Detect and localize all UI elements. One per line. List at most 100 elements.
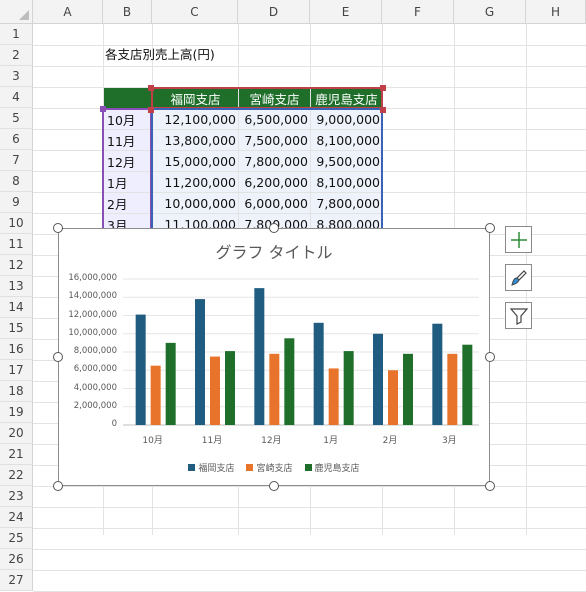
- chart-area[interactable]: グラフ タイトル 16,000,000 14,000,000 12,000,000 1…: [58, 228, 490, 486]
- column-header-c[interactable]: C: [152, 0, 238, 24]
- row-header-20[interactable]: 20: [0, 423, 33, 444]
- resize-handle-bottom-right[interactable]: [485, 481, 495, 491]
- legend-item[interactable]: 鹿児島支店: [304, 461, 360, 474]
- row-header-8[interactable]: 8: [0, 171, 33, 192]
- bar-宮崎支店-3月[interactable]: [447, 353, 458, 425]
- row-header-26[interactable]: 26: [0, 549, 33, 570]
- legend-label: 鹿児島支店: [314, 464, 360, 474]
- row-header-15[interactable]: 15: [0, 318, 33, 339]
- column-header-b[interactable]: B: [103, 0, 152, 24]
- legend[interactable]: 福岡支店 宮崎支店 鹿児島支店: [59, 461, 489, 474]
- plus-icon: [510, 231, 527, 248]
- x-tick-label: 2月: [382, 436, 398, 446]
- gridline-horizontal: [33, 570, 586, 571]
- bar-福岡支店-3月[interactable]: [432, 323, 443, 425]
- chart-filters-button[interactable]: [505, 302, 532, 329]
- row-header-10[interactable]: 10: [0, 213, 33, 234]
- header-blank-cell[interactable]: [104, 88, 151, 108]
- row-header-18[interactable]: 18: [0, 381, 33, 402]
- x-tick-label: 3月: [441, 436, 457, 446]
- row-header-22[interactable]: 22: [0, 465, 33, 486]
- column-header-g[interactable]: G: [454, 0, 526, 24]
- bar-宮崎支店-2月[interactable]: [388, 370, 398, 425]
- range-handle[interactable]: [148, 85, 154, 91]
- filter-icon: [509, 307, 528, 325]
- row-header-24[interactable]: 24: [0, 507, 33, 528]
- legend-swatch: [246, 464, 254, 471]
- gridline-horizontal: [33, 528, 586, 529]
- bar-福岡支店-10月[interactable]: [135, 314, 146, 425]
- row-header-9[interactable]: 9: [0, 192, 33, 213]
- range-handle[interactable]: [100, 106, 106, 112]
- column-header-h[interactable]: H: [526, 0, 586, 24]
- column-header-d[interactable]: D: [238, 0, 310, 24]
- x-tick-label: 12月: [261, 436, 282, 446]
- bar-鹿児島支店-1月[interactable]: [343, 351, 354, 425]
- row-header-25[interactable]: 25: [0, 528, 33, 549]
- row-header-6[interactable]: 6: [0, 129, 33, 150]
- row-header-19[interactable]: 19: [0, 402, 33, 423]
- legend-swatch: [188, 464, 196, 471]
- bar-宮崎支店-12月[interactable]: [269, 353, 280, 425]
- row-header-14[interactable]: 14: [0, 297, 33, 318]
- plot-area[interactable]: [59, 229, 491, 487]
- x-tick-label: 10月: [142, 436, 163, 446]
- bar-鹿児島支店-12月[interactable]: [284, 338, 295, 425]
- bar-宮崎支店-10月[interactable]: [150, 365, 161, 425]
- bar-福岡支店-12月[interactable]: [254, 288, 265, 425]
- bar-福岡支店-1月[interactable]: [313, 322, 324, 425]
- column-header-e[interactable]: E: [310, 0, 382, 24]
- bar-鹿児島支店-3月[interactable]: [462, 344, 473, 425]
- bar-鹿児島支店-10月[interactable]: [165, 342, 176, 425]
- range-handle[interactable]: [380, 107, 386, 113]
- row-header-23[interactable]: 23: [0, 486, 33, 507]
- legend-swatch: [304, 464, 312, 471]
- row-header-1[interactable]: 1: [0, 24, 33, 45]
- resize-handle-top-right[interactable]: [485, 223, 495, 233]
- resize-handle-middle-right[interactable]: [485, 352, 495, 362]
- values-range: [151, 108, 383, 236]
- legend-item[interactable]: 宮崎支店: [246, 461, 293, 474]
- row-header-3[interactable]: 3: [0, 66, 33, 87]
- select-all-corner[interactable]: [0, 0, 33, 24]
- row-header-11[interactable]: 11: [0, 234, 33, 255]
- legend-item[interactable]: 福岡支店: [188, 461, 234, 474]
- bar-鹿児島支店-2月[interactable]: [403, 353, 413, 425]
- range-handle[interactable]: [148, 107, 154, 113]
- corner-triangle: [19, 10, 29, 20]
- row-header-4[interactable]: 4: [0, 87, 33, 108]
- gridline-horizontal: [33, 549, 586, 550]
- column-header-f[interactable]: F: [382, 0, 454, 24]
- row-header-2[interactable]: 2: [0, 45, 33, 66]
- gridline-horizontal: [33, 66, 586, 67]
- row-header-16[interactable]: 16: [0, 339, 33, 360]
- row-header-17[interactable]: 17: [0, 360, 33, 381]
- brush-icon: [510, 269, 527, 286]
- series-name-range: [151, 87, 383, 109]
- resize-handle-top-left[interactable]: [53, 223, 63, 233]
- resize-handle-top-center[interactable]: [269, 223, 279, 233]
- row-header-12[interactable]: 12: [0, 255, 33, 276]
- resize-handle-bottom-left[interactable]: [53, 481, 63, 491]
- legend-label: 福岡支店: [198, 464, 235, 474]
- bar-福岡支店-11月[interactable]: [195, 299, 205, 425]
- row-header-27[interactable]: 27: [0, 570, 33, 591]
- bar-福岡支店-2月[interactable]: [373, 333, 383, 425]
- bar-鹿児島支店-11月[interactable]: [225, 351, 235, 425]
- range-handle[interactable]: [380, 85, 386, 91]
- column-header-a[interactable]: A: [33, 0, 103, 24]
- chart-styles-button[interactable]: [505, 264, 532, 291]
- sheet-title-cell[interactable]: 各支店別売上高(円): [105, 43, 265, 64]
- row-header-7[interactable]: 7: [0, 150, 33, 171]
- row-header-21[interactable]: 21: [0, 444, 33, 465]
- x-tick-label: 11月: [201, 436, 223, 446]
- bar-宮崎支店-1月[interactable]: [328, 368, 339, 425]
- bar-宮崎支店-11月[interactable]: [210, 356, 220, 425]
- chart-elements-button[interactable]: [505, 226, 532, 253]
- row-header-5[interactable]: 5: [0, 108, 33, 129]
- resize-handle-middle-left[interactable]: [53, 352, 63, 362]
- x-tick-label: 1月: [323, 436, 339, 446]
- row-header-13[interactable]: 13: [0, 276, 33, 297]
- legend-label: 宮崎支店: [256, 464, 293, 474]
- resize-handle-bottom-center[interactable]: [269, 481, 279, 491]
